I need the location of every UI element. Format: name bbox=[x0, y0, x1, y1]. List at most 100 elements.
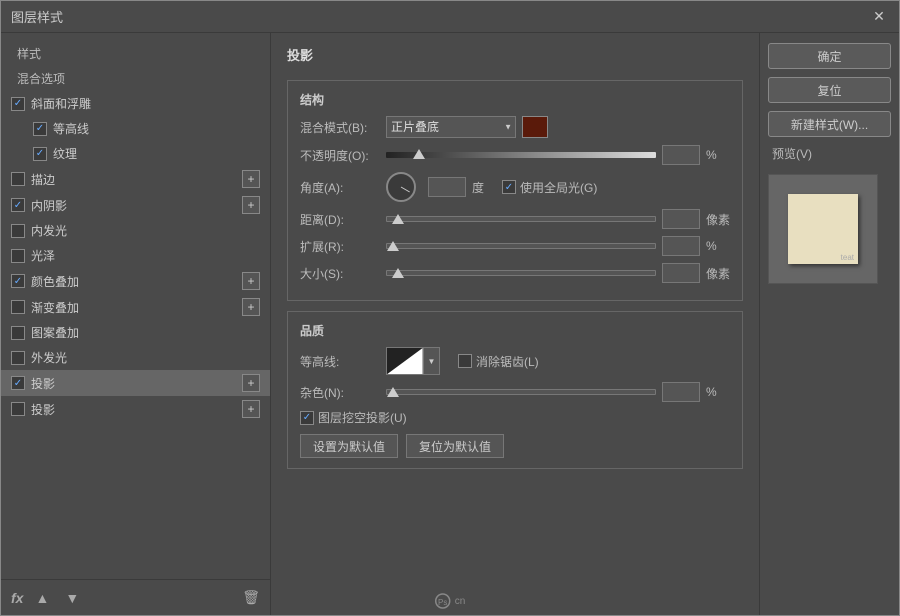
global-light-label: 使用全局光(G) bbox=[520, 179, 597, 196]
knockout-checkbox-box[interactable] bbox=[300, 411, 314, 425]
opacity-unit: % bbox=[706, 148, 730, 162]
logo-icon: Ps bbox=[435, 593, 451, 609]
satin-checkbox[interactable] bbox=[11, 249, 25, 263]
fx-icon[interactable]: fx bbox=[11, 590, 23, 606]
sidebar-item-inner-glow[interactable]: 内发光 bbox=[1, 218, 270, 243]
angle-widget[interactable] bbox=[386, 172, 416, 202]
noise-label: 杂色(N): bbox=[300, 384, 380, 401]
inner-glow-label: 内发光 bbox=[31, 222, 67, 239]
color-overlay-plus-btn[interactable]: + bbox=[242, 272, 260, 290]
bevel-label: 斜面和浮雕 bbox=[31, 95, 91, 112]
spread-unit: % bbox=[706, 239, 730, 253]
opacity-row: 不透明度(O): 15 % bbox=[300, 145, 730, 165]
global-light-checkbox[interactable]: 使用全局光(G) bbox=[502, 179, 597, 196]
drop-shadow2-label: 投影 bbox=[31, 401, 55, 418]
drop-shadow2-checkbox[interactable] bbox=[11, 402, 25, 416]
inner-shadow-checkbox[interactable] bbox=[11, 198, 25, 212]
opacity-slider-container: 15 % bbox=[386, 145, 730, 165]
trash-icon[interactable]: 🗑 bbox=[242, 589, 260, 606]
knockout-label: 图层挖空投影(U) bbox=[318, 409, 407, 426]
sidebar-item-drop-shadow2[interactable]: 投影 + bbox=[1, 396, 270, 422]
layer-style-dialog: 图层样式 ✕ 样式 混合选项 斜面和浮雕 等高线 bbox=[0, 0, 900, 616]
sidebar-item-texture[interactable]: 纹理 bbox=[1, 141, 270, 166]
sidebar-item-inner-shadow[interactable]: 内阴影 + bbox=[1, 192, 270, 218]
gradient-overlay-plus-btn[interactable]: + bbox=[242, 298, 260, 316]
color-overlay-checkbox[interactable] bbox=[11, 274, 25, 288]
distance-slider-thumb[interactable] bbox=[392, 214, 404, 224]
distance-input[interactable]: 3 bbox=[662, 209, 700, 229]
spread-input[interactable]: 0 bbox=[662, 236, 700, 256]
anti-alias-checkbox-box[interactable] bbox=[458, 354, 472, 368]
size-input[interactable]: 3 bbox=[662, 263, 700, 283]
blend-mode-select[interactable]: 正片叠底 正常 溶解 bbox=[386, 116, 516, 138]
close-button[interactable]: ✕ bbox=[869, 7, 889, 27]
contour-dropdown-arrow[interactable]: ▼ bbox=[424, 347, 440, 375]
preview-checkbox[interactable]: 预览(V) bbox=[768, 145, 891, 162]
contour-checkbox[interactable] bbox=[33, 122, 47, 136]
knockout-checkbox[interactable]: 图层挖空投影(U) bbox=[300, 409, 407, 426]
distance-slider-track[interactable] bbox=[386, 216, 656, 222]
quality-title: 品质 bbox=[300, 322, 730, 339]
up-button[interactable]: ▲ bbox=[31, 588, 53, 608]
inner-shadow-label: 内阴影 bbox=[31, 197, 67, 214]
angle-unit: 度 bbox=[472, 179, 496, 196]
preview-box: teat bbox=[768, 174, 878, 284]
title-bar: 图层样式 ✕ bbox=[1, 1, 899, 33]
sidebar-item-contour[interactable]: 等高线 bbox=[1, 116, 270, 141]
sidebar-item-pattern-overlay[interactable]: 图案叠加 bbox=[1, 320, 270, 345]
bevel-checkbox[interactable] bbox=[11, 97, 25, 111]
down-button[interactable]: ▼ bbox=[61, 588, 83, 608]
drop-shadow-plus-btn[interactable]: + bbox=[242, 374, 260, 392]
noise-row: 杂色(N): 0 % bbox=[300, 382, 730, 402]
stroke-label: 描边 bbox=[31, 171, 55, 188]
anti-alias-checkbox[interactable]: 消除锯齿(L) bbox=[458, 353, 539, 370]
angle-label: 角度(A): bbox=[300, 179, 380, 196]
size-slider-track[interactable] bbox=[386, 270, 656, 276]
sidebar-item-outer-glow[interactable]: 外发光 bbox=[1, 345, 270, 370]
spread-slider-thumb[interactable] bbox=[387, 241, 399, 251]
blend-color-swatch[interactable] bbox=[522, 116, 548, 138]
main-content: 样式 混合选项 斜面和浮雕 等高线 纹理 bbox=[1, 33, 899, 615]
color-overlay-label: 颜色叠加 bbox=[31, 273, 79, 290]
new-style-button[interactable]: 新建样式(W)... bbox=[768, 111, 891, 137]
distance-unit: 像素 bbox=[706, 211, 730, 228]
angle-input[interactable]: 120 bbox=[428, 177, 466, 197]
distance-row: 距离(D): 3 像素 bbox=[300, 209, 730, 229]
contour-preview[interactable] bbox=[386, 347, 424, 375]
drop-shadow-active-checkbox[interactable] bbox=[11, 376, 25, 390]
opacity-input[interactable]: 15 bbox=[662, 145, 700, 165]
opacity-slider-thumb[interactable] bbox=[413, 149, 425, 159]
outer-glow-label: 外发光 bbox=[31, 349, 67, 366]
noise-input[interactable]: 0 bbox=[662, 382, 700, 402]
pattern-overlay-checkbox[interactable] bbox=[11, 326, 25, 340]
stroke-plus-btn[interactable]: + bbox=[242, 170, 260, 188]
reset-default-button[interactable]: 复位为默认值 bbox=[406, 434, 504, 458]
preview-image: teat bbox=[788, 194, 858, 264]
sidebar-item-satin[interactable]: 光泽 bbox=[1, 243, 270, 268]
global-light-checkbox-box[interactable] bbox=[502, 180, 516, 194]
noise-slider-thumb[interactable] bbox=[387, 387, 399, 397]
spread-label: 扩展(R): bbox=[300, 238, 380, 255]
ok-button[interactable]: 确定 bbox=[768, 43, 891, 69]
sidebar-item-drop-shadow-active[interactable]: 投影 + bbox=[1, 370, 270, 396]
stroke-checkbox[interactable] bbox=[11, 172, 25, 186]
sidebar-item-gradient-overlay[interactable]: 渐变叠加 + bbox=[1, 294, 270, 320]
logo-bottom: Ps cn bbox=[435, 593, 466, 609]
reset-button[interactable]: 复位 bbox=[768, 77, 891, 103]
texture-checkbox[interactable] bbox=[33, 147, 47, 161]
inner-glow-checkbox[interactable] bbox=[11, 224, 25, 238]
inner-shadow-plus-btn[interactable]: + bbox=[242, 196, 260, 214]
distance-slider-container: 3 像素 bbox=[386, 209, 730, 229]
sidebar-item-stroke[interactable]: 描边 + bbox=[1, 166, 270, 192]
drop-shadow2-plus-btn[interactable]: + bbox=[242, 400, 260, 418]
noise-slider-track[interactable] bbox=[386, 389, 656, 395]
outer-glow-checkbox[interactable] bbox=[11, 351, 25, 365]
size-slider-thumb[interactable] bbox=[392, 268, 404, 278]
sidebar-item-bevel[interactable]: 斜面和浮雕 bbox=[1, 91, 270, 116]
set-default-button[interactable]: 设置为默认值 bbox=[300, 434, 398, 458]
pattern-overlay-label: 图案叠加 bbox=[31, 324, 79, 341]
spread-slider-track[interactable] bbox=[386, 243, 656, 249]
opacity-slider-track[interactable] bbox=[386, 152, 656, 158]
sidebar-item-color-overlay[interactable]: 颜色叠加 + bbox=[1, 268, 270, 294]
gradient-overlay-checkbox[interactable] bbox=[11, 300, 25, 314]
